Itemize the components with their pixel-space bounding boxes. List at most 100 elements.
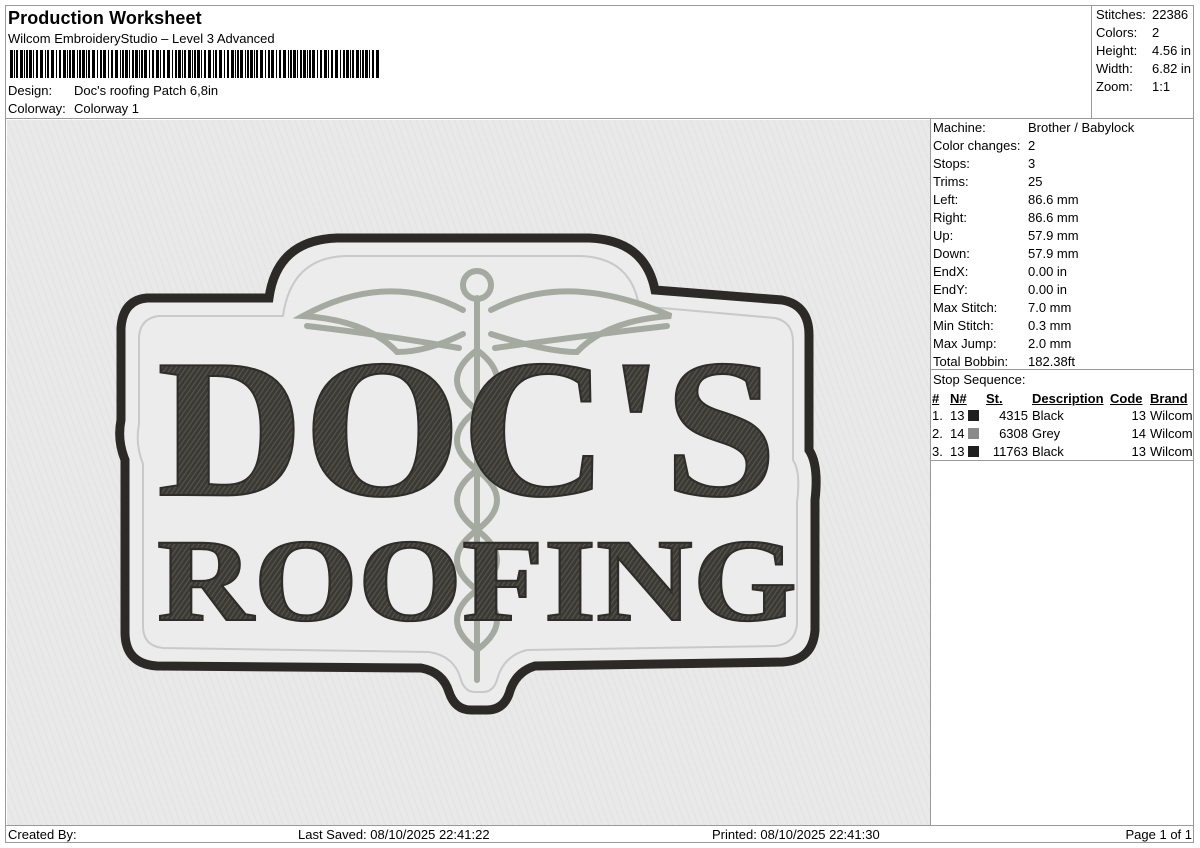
barcode-bar: [33, 50, 34, 78]
stop-index: 3.: [932, 444, 943, 459]
barcode-bar: [16, 50, 18, 78]
machine-info-value: 0.00 in: [1028, 264, 1068, 279]
machine-info-value: Brother / Babylock: [1028, 120, 1135, 135]
barcode-bar: [240, 50, 243, 78]
machine-info-label: Max Jump:: [933, 336, 997, 351]
machine-info-row: Up: 57.9 mm: [933, 227, 1134, 245]
barcode-bar: [256, 50, 258, 78]
machine-info-row: Color changes: 2: [933, 137, 1134, 155]
barcode-bar: [182, 50, 183, 78]
barcode-bar: [307, 50, 308, 78]
table-row: 3. 13 11763 Black 13 Wilcom: [932, 443, 1194, 461]
barcode-bar: [247, 50, 249, 78]
barcode-bar: [208, 50, 211, 78]
barcode-bar: [297, 50, 298, 78]
design-stats: Stitches: 22386 Colors: 2 Height: 4.56 in W…: [1096, 6, 1191, 96]
barcode-bar: [120, 50, 121, 78]
barcode-bar: [265, 50, 266, 78]
barcode-bar: [231, 50, 234, 78]
barcode-bar: [235, 50, 236, 78]
col-index: #: [932, 390, 940, 406]
machine-info-label: Color changes:: [933, 138, 1021, 153]
barcode-bar: [36, 50, 38, 78]
barcode-bar: [24, 50, 25, 78]
barcode-bar: [152, 50, 154, 78]
machine-info-label: Stops:: [933, 156, 970, 171]
barcode-bar: [192, 50, 193, 78]
stop-needle-value: 13: [950, 444, 965, 459]
machine-info-value: 182.38ft: [1028, 354, 1075, 369]
barcode-bar: [290, 50, 292, 78]
machine-info-row: Max Jump: 2.0 mm: [933, 335, 1134, 353]
stop-index: 1.: [932, 408, 943, 423]
barcode-bar: [72, 50, 75, 78]
barcode-bar: [100, 50, 102, 78]
thread-swatch-icon: [968, 446, 980, 457]
barcode-bar: [167, 50, 170, 78]
machine-info-row: Min Stitch: 0.3 mm: [933, 317, 1134, 335]
barcode-icon: [10, 50, 379, 78]
stop-stitches: 11763: [992, 444, 1028, 459]
barcode-bar: [201, 50, 202, 78]
machine-info-label: EndY:: [933, 282, 968, 297]
stop-needle: 13: [950, 443, 986, 461]
barcode-bar: [215, 50, 217, 78]
stat-value: 1:1: [1152, 79, 1171, 94]
barcode-bar: [86, 50, 87, 78]
barcode-bar: [365, 50, 368, 78]
stat-row: Stitches: 22386: [1096, 6, 1191, 24]
machine-info-value: 2.0 mm: [1028, 336, 1072, 351]
barcode-bar: [115, 50, 118, 78]
barcode-bar: [260, 50, 263, 78]
thread-swatch-icon: [968, 410, 980, 421]
barcode-bar: [279, 50, 281, 78]
machine-info-value: 25: [1028, 174, 1043, 189]
barcode-bar: [219, 50, 222, 78]
barcode-bar: [135, 50, 138, 78]
design-text-line1: DOC'S: [157, 319, 777, 538]
barcode-bar: [276, 50, 277, 78]
stop-code: 13: [1131, 408, 1146, 423]
stat-label: Colors:: [1096, 25, 1138, 40]
machine-info-row: Max Stitch: 7.0 mm: [933, 299, 1134, 317]
barcode-bar: [283, 50, 286, 78]
stop-index: 2.: [932, 426, 943, 441]
machine-info-label: Right:: [933, 210, 967, 225]
machine-info-value: 0.00 in: [1028, 282, 1068, 297]
table-row: 2. 14 6308 Grey 14 Wilcom: [932, 425, 1194, 443]
barcode-bar: [254, 50, 255, 78]
barcode-bar: [20, 50, 23, 78]
barcode-bar: [340, 50, 341, 78]
stop-code: 13: [1131, 444, 1146, 459]
design-row: Design: Doc's roofing Patch 6,8in: [8, 83, 218, 98]
barcode-bar: [156, 50, 159, 78]
barcode-bar: [111, 50, 113, 78]
design-text-line2: ROOFING: [157, 515, 797, 646]
barcode-bar: [224, 50, 225, 78]
barcode-bar: [47, 50, 49, 78]
stat-row: Colors: 2: [1096, 24, 1191, 42]
barcode-bar: [194, 50, 196, 78]
barcode-bar: [108, 50, 109, 78]
machine-info-label: Min Stitch:: [933, 318, 994, 333]
stat-row: Zoom: 1:1: [1096, 78, 1191, 96]
stop-needle: 14: [950, 425, 986, 443]
barcode-bar: [63, 50, 66, 78]
machine-info-value: 7.0 mm: [1028, 300, 1072, 315]
stop-description: Black: [1032, 408, 1064, 423]
stop-needle-value: 13: [950, 408, 965, 423]
stop-needle-value: 14: [950, 426, 965, 441]
machine-info-row: Down: 57.9 mm: [933, 245, 1134, 263]
barcode-bar: [352, 50, 354, 78]
machine-info-value: 86.6 mm: [1028, 210, 1079, 225]
stat-label: Stitches:: [1096, 7, 1146, 22]
barcode-bar: [141, 50, 143, 78]
colorway-row: Colorway: Colorway 1: [8, 101, 139, 116]
barcode-bar: [335, 50, 338, 78]
barcode-bar: [29, 50, 32, 78]
barcode-bar: [356, 50, 359, 78]
barcode-bar: [144, 50, 147, 78]
barcode-bar: [160, 50, 161, 78]
machine-info-value: 2: [1028, 138, 1036, 153]
machine-info-label: Left:: [933, 192, 959, 207]
